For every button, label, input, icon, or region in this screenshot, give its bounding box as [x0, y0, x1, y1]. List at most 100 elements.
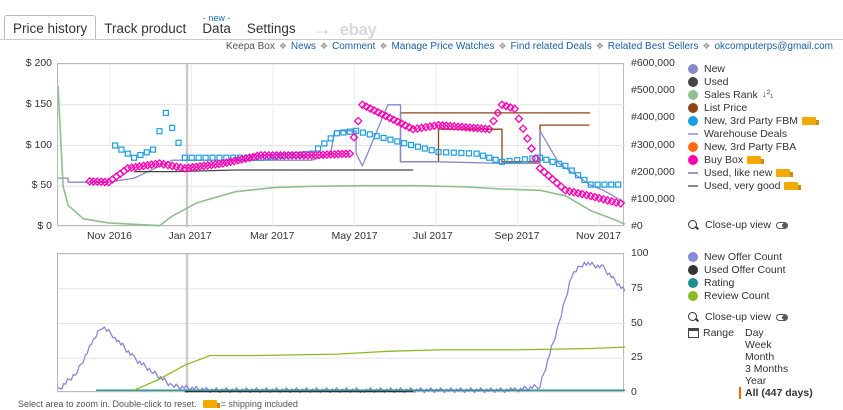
ebay-logo[interactable]: ebay	[336, 20, 381, 40]
fbm-point	[428, 147, 435, 154]
buy-box-point	[514, 114, 524, 124]
toggle-icon[interactable]	[775, 313, 788, 321]
legend-list-price[interactable]: List Price	[688, 101, 816, 114]
legend-new[interactable]: New	[688, 62, 816, 75]
buy-box-point	[489, 116, 498, 126]
tab-track-product[interactable]: Track product	[96, 16, 194, 40]
legend-used-like-new[interactable]: Used, like new	[688, 166, 816, 179]
keepa-box-label: Keepa Box	[225, 41, 275, 52]
price-chart[interactable]	[57, 63, 626, 228]
legend-swatch	[688, 171, 698, 174]
legend-sales-rank[interactable]: Sales Rank ↓²₁	[688, 88, 816, 101]
y-tick-label: $ 150	[25, 97, 52, 110]
related-best-sellers-link[interactable]: Related Best Sellers	[608, 41, 699, 52]
fbm-point	[314, 145, 322, 152]
comment-link[interactable]: Comment	[332, 41, 375, 52]
fbm-point	[443, 149, 450, 156]
fbm-point	[458, 149, 465, 157]
fbm-point	[131, 154, 138, 161]
x-tick-label: Sep 2017	[494, 230, 540, 242]
account-email-link[interactable]: okcomputerps@gmail.com	[714, 41, 833, 52]
magnifier-icon	[688, 311, 699, 323]
range-option-week[interactable]: Week	[745, 339, 813, 351]
review-count-line	[133, 346, 626, 391]
list-price-line	[399, 112, 591, 163]
offer-chart[interactable]	[57, 253, 626, 394]
range-label: Range	[703, 327, 734, 339]
legend-label: New, 3rd Party FBA	[704, 140, 797, 153]
fbm-point	[543, 156, 550, 163]
separator-icon: ❖	[278, 41, 287, 51]
fbm-point	[492, 156, 499, 163]
legend-rating[interactable]: Rating	[688, 276, 786, 289]
price-chart-frame[interactable]	[57, 63, 626, 228]
x-tick-label: Jan 2017	[168, 230, 212, 242]
fbm-point	[169, 124, 176, 131]
range-option-year[interactable]: Year	[745, 375, 813, 387]
news-link[interactable]: News	[291, 41, 316, 52]
range-option-day[interactable]: Day	[745, 327, 813, 339]
closeup-label: Close-up view	[705, 219, 771, 231]
legend-buy-box[interactable]: Buy Box	[688, 153, 816, 166]
legend-warehouse[interactable]: Warehouse Deals	[688, 127, 816, 140]
separator-icon: ❖	[319, 41, 329, 51]
y-tick-label: #200,000	[631, 165, 675, 178]
legend-label: Review Count	[704, 289, 770, 302]
y-tick-label: #0	[631, 220, 643, 232]
fbm-point	[506, 157, 513, 165]
legend-used-very-good[interactable]: Used, very good	[688, 179, 816, 192]
range-option-3-months[interactable]: 3 Months	[745, 363, 813, 375]
legend-fba[interactable]: New, 3rd Party FBA	[688, 140, 816, 153]
tab-settings[interactable]: Settings	[239, 16, 304, 40]
magnifier-icon	[688, 219, 699, 231]
y-tick-label: #300,000	[631, 138, 675, 151]
legend-label: Used	[704, 75, 729, 88]
offer-chart-frame[interactable]	[57, 253, 626, 394]
legend-new-offer-count[interactable]: New Offer Count	[688, 250, 786, 263]
legend-swatch	[688, 76, 698, 87]
new-offer-count-line	[57, 261, 626, 394]
footer-hint: Select area to zoom in. Double-click to …	[18, 399, 298, 409]
closeup-label: Close-up view	[705, 311, 771, 323]
legend-label: Used, very good	[704, 179, 781, 192]
keepa-price-history-widget: Price history Track product - new - Data…	[0, 0, 843, 410]
legend-swatch	[688, 264, 698, 275]
range-option-all[interactable]: All (447 days)	[739, 387, 813, 399]
price-closeup-toggle[interactable]: Close-up view	[688, 219, 788, 231]
manage-price-watches-link[interactable]: Manage Price Watches	[391, 41, 494, 52]
x-tick-label: Nov 2016	[87, 230, 132, 242]
legend-fbm[interactable]: New, 3rd Party FBM	[688, 114, 819, 127]
y-tick-label: $ 0	[37, 220, 52, 232]
buy-box-point	[353, 116, 363, 126]
legend-swatch	[688, 141, 698, 152]
y-tick-label: #500,000	[631, 84, 675, 97]
legend-used[interactable]: Used	[688, 75, 816, 88]
fbm-point	[465, 150, 473, 157]
legend-swatch	[688, 290, 698, 301]
find-related-deals-link[interactable]: Find related Deals	[511, 41, 592, 52]
y-tick-label: 50	[631, 316, 643, 329]
fbm-point	[346, 128, 353, 135]
fbm-point	[359, 129, 367, 136]
tab-data[interactable]: - new - Data	[194, 13, 239, 40]
offer-closeup-toggle[interactable]: Close-up view	[688, 311, 788, 323]
range-option-month[interactable]: Month	[745, 351, 813, 363]
fbm-point	[473, 150, 480, 157]
link-bar: Keepa Box ❖ News ❖ Comment ❖ Manage Pric…	[226, 41, 833, 52]
x-tick-label: Jul 2017	[413, 230, 453, 242]
fbm-point	[401, 140, 408, 147]
fbm-point	[380, 134, 387, 141]
legend-review-count[interactable]: Review Count	[688, 289, 786, 302]
fbm-point	[118, 146, 125, 153]
legend-swatch	[688, 277, 698, 288]
legend-used-offer-count[interactable]: Used Offer Count	[688, 263, 786, 276]
buy-box-point	[527, 144, 537, 153]
truck-icon	[747, 155, 765, 164]
legend-swatch	[688, 132, 698, 135]
y-tick-label: 0	[631, 386, 637, 398]
tab-divider	[0, 39, 843, 40]
sort-icon[interactable]: ↓²₁	[762, 89, 774, 100]
tab-price-history[interactable]: Price history	[4, 15, 97, 40]
toggle-icon[interactable]	[775, 221, 788, 229]
tab-bar: Price history Track product - new - Data…	[4, 13, 381, 40]
